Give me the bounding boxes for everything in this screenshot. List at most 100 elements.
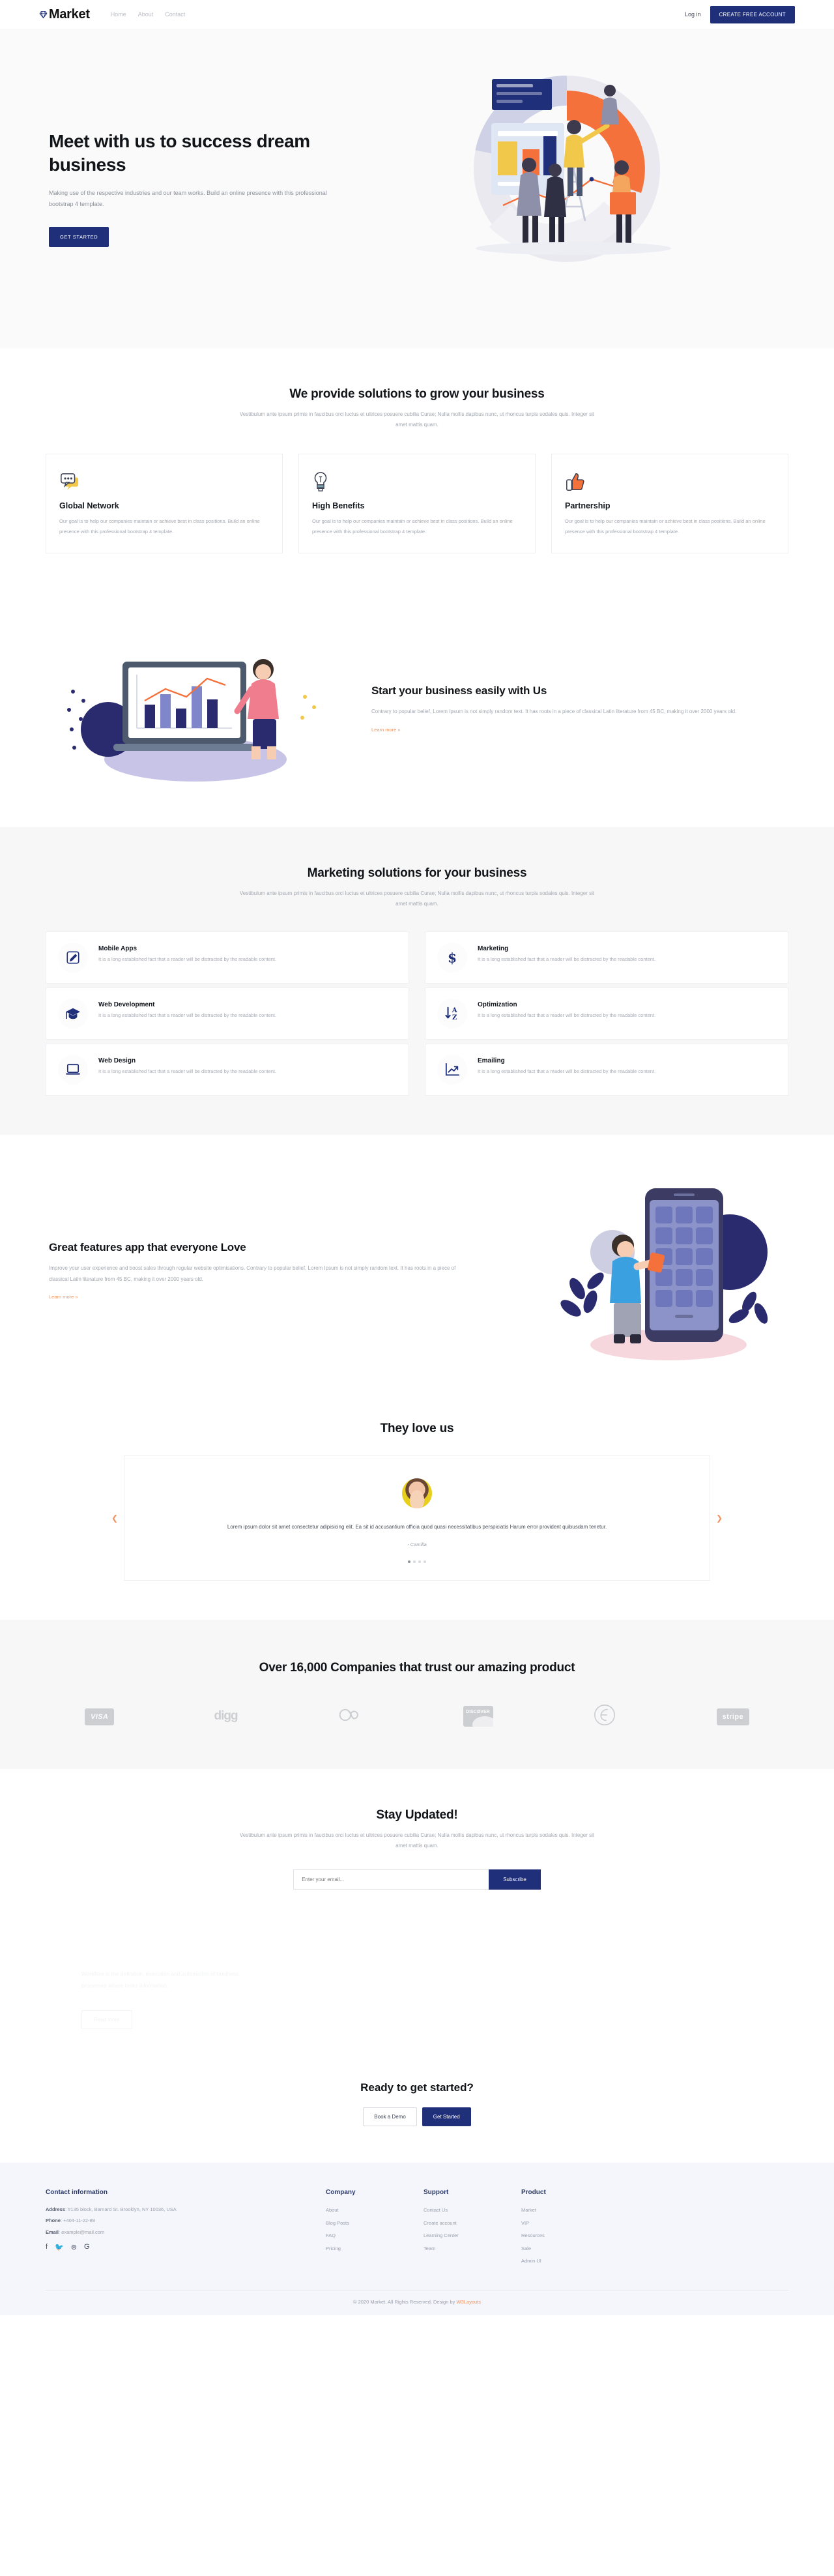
create-free-account-button[interactable]: CREATE FREE ACCOUNT <box>710 5 795 23</box>
nav-item-about[interactable]: About <box>138 11 154 18</box>
footer-link-pricing[interactable]: Pricing <box>326 2242 424 2255</box>
service-card-emailing[interactable]: Emailing It is a long established fact t… <box>425 1043 788 1096</box>
footer-link-vip[interactable]: VIP <box>521 2217 619 2230</box>
avatar <box>402 1478 432 1508</box>
footer-link-blog-posts[interactable]: Blog Posts <box>326 2217 424 2230</box>
testimonial-author: - Camilla <box>407 1542 427 1548</box>
marketing-section: Marketing solutions for your business Ve… <box>0 827 834 1135</box>
footer-link-learning-center[interactable]: Learning Center <box>424 2229 521 2242</box>
dribbble-icon[interactable]: ⊛ <box>71 2243 77 2251</box>
start-business-learn-more-link[interactable]: Learn more » <box>371 727 401 733</box>
google-icon[interactable]: G <box>84 2243 90 2251</box>
lightbulb-icon <box>312 469 522 492</box>
get-started-cta-button[interactable]: Get Started <box>422 2107 471 2127</box>
email-input[interactable] <box>293 1869 489 1890</box>
footer-email: Email: example@mail.com <box>46 2229 105 2235</box>
hero-copy: Meet with us to success dream business M… <box>46 130 352 247</box>
site-header: Market Home About Contact Log in CREATE … <box>0 0 834 29</box>
thumbs-up-icon <box>565 469 775 492</box>
footer-link-contact-us[interactable]: Contact Us <box>424 2204 521 2217</box>
twitter-icon[interactable]: 🐦 <box>55 2243 64 2251</box>
service-card-marketing[interactable]: $ Marketing It is a long established fac… <box>425 931 788 984</box>
service-text: It is a long established fact that a rea… <box>98 956 277 962</box>
facebook-icon[interactable]: f <box>46 2243 48 2251</box>
subscribe-button[interactable]: Subscribe <box>489 1869 541 1890</box>
gem-icon <box>39 10 48 19</box>
workflow-read-more-button[interactable]: Read more <box>81 2010 132 2030</box>
footer-contact: Contact information Address: #135 block,… <box>46 2189 326 2268</box>
footer-link-resources[interactable]: Resources <box>521 2229 619 2242</box>
footer-column-title: Support <box>424 2189 449 2197</box>
hero-section: Meet with us to success dream business M… <box>0 29 834 348</box>
solutions-cards: Global Network Our goal is to help our c… <box>46 454 788 553</box>
footer-link-market[interactable]: Market <box>521 2204 619 2217</box>
chevron-right-icon[interactable]: ❯ <box>716 1514 723 1523</box>
svg-text:Z: Z <box>452 1014 457 1021</box>
features-app-learn-more-link[interactable]: Learn more » <box>49 1294 78 1300</box>
solution-card-high-benefits[interactable]: High Benefits Our goal is to help our co… <box>298 454 536 553</box>
graduation-cap-icon <box>58 998 88 1029</box>
features-app-copy: Great features app that everyone Love Im… <box>46 1241 489 1302</box>
footer-link-create-account[interactable]: Create account <box>424 2217 521 2230</box>
book-a-demo-button[interactable]: Book a Demo <box>363 2107 417 2127</box>
newsletter-form: Subscribe <box>46 1869 788 1890</box>
footer-phone-label: Phone <box>46 2217 61 2224</box>
testimonial-section: They love us ❮ ❯ Lorem ipsum dolor sit a… <box>0 1409 834 1620</box>
creative-logo <box>593 1703 616 1730</box>
testimonial-quote: Lorem ipsum dolor sit amet consectetur a… <box>227 1523 607 1530</box>
footer-address-label: Address <box>46 2206 66 2213</box>
carousel-dot[interactable] <box>424 1560 426 1564</box>
header-actions: Log in CREATE FREE ACCOUNT <box>685 5 795 23</box>
service-card-web-development[interactable]: Web Development It is a long established… <box>46 987 409 1040</box>
chevron-left-icon[interactable]: ❮ <box>111 1514 118 1523</box>
service-card-web-design[interactable]: Web Design It is a long established fact… <box>46 1043 409 1096</box>
carousel-dot[interactable] <box>418 1560 421 1564</box>
service-title: Marketing <box>478 944 509 952</box>
nav-item-contact[interactable]: Contact <box>165 11 185 18</box>
service-text: It is a long established fact that a rea… <box>478 1068 656 1074</box>
footer-email-label: Email <box>46 2229 59 2235</box>
hero-illustration <box>352 58 788 319</box>
solution-card-text: Our goal is to help our companies mainta… <box>59 518 260 534</box>
testimonial-card: ❮ ❯ Lorem ipsum dolor sit amet consectet… <box>111 1455 723 1581</box>
service-text: It is a long established fact that a rea… <box>98 1012 277 1018</box>
brand-logo[interactable]: Market <box>39 7 90 22</box>
start-business-illustration <box>46 632 345 788</box>
footer-link-team[interactable]: Team <box>424 2242 521 2255</box>
footer-column-title: Company <box>326 2189 356 2197</box>
service-card-mobile-apps[interactable]: Mobile Apps It is a long established fac… <box>46 931 409 984</box>
nav-item-home[interactable]: Home <box>111 11 126 18</box>
solutions-title: We provide solutions to grow your busine… <box>289 387 545 401</box>
carousel-dot[interactable] <box>408 1560 410 1564</box>
features-app-title: Great features app that everyone Love <box>49 1240 246 1253</box>
footer-link-sale[interactable]: Sale <box>521 2242 619 2255</box>
marketing-services-grid: Mobile Apps It is a long established fac… <box>46 931 788 1096</box>
svg-text:$: $ <box>448 950 457 965</box>
get-started-button[interactable]: GET STARTED <box>49 226 109 247</box>
service-title: Emailing <box>478 1057 505 1064</box>
footer-link-admin-ui[interactable]: Admin UI <box>521 2255 619 2268</box>
footer-column-support: Support Contact Us Create account Learni… <box>424 2189 521 2268</box>
chat-bubble-icon <box>59 469 269 492</box>
marketing-title: Marketing solutions for your business <box>307 866 527 880</box>
pencil-square-icon <box>58 942 88 973</box>
service-card-optimization[interactable]: A Z Optimization It is a long establishe… <box>425 987 788 1040</box>
solution-card-partnership[interactable]: Partnership Our goal is to help our comp… <box>551 454 788 553</box>
footer-link-about[interactable]: About <box>326 2204 424 2217</box>
footer-link-faq[interactable]: FAQ <box>326 2229 424 2242</box>
newsletter-section: Stay Updated! Vestibulum ante ipsum prim… <box>0 1769 834 1929</box>
service-title: Web Design <box>98 1057 136 1064</box>
lastfm-logo <box>338 1708 364 1725</box>
solution-card-global-network[interactable]: Global Network Our goal is to help our c… <box>46 454 283 553</box>
login-link[interactable]: Log in <box>685 11 701 18</box>
footer-column-company: Company About Blog Posts FAQ Pricing <box>326 2189 424 2268</box>
design-credit-link[interactable]: W3Layouts <box>456 2299 481 2305</box>
main-nav: Home About Contact <box>111 11 186 18</box>
solutions-section: We provide solutions to grow your busine… <box>0 348 834 593</box>
newsletter-subtitle: Vestibulum ante ipsum primis in faucibus… <box>239 1832 595 1849</box>
marketing-subtitle: Vestibulum ante ipsum primis in faucibus… <box>239 890 595 907</box>
carousel-dot[interactable] <box>413 1560 416 1564</box>
hero-paragraph: Making use of the respective industries … <box>49 189 327 207</box>
cta-title: Ready to get started? <box>360 2081 474 2094</box>
visa-logo: VISA <box>85 1708 115 1726</box>
